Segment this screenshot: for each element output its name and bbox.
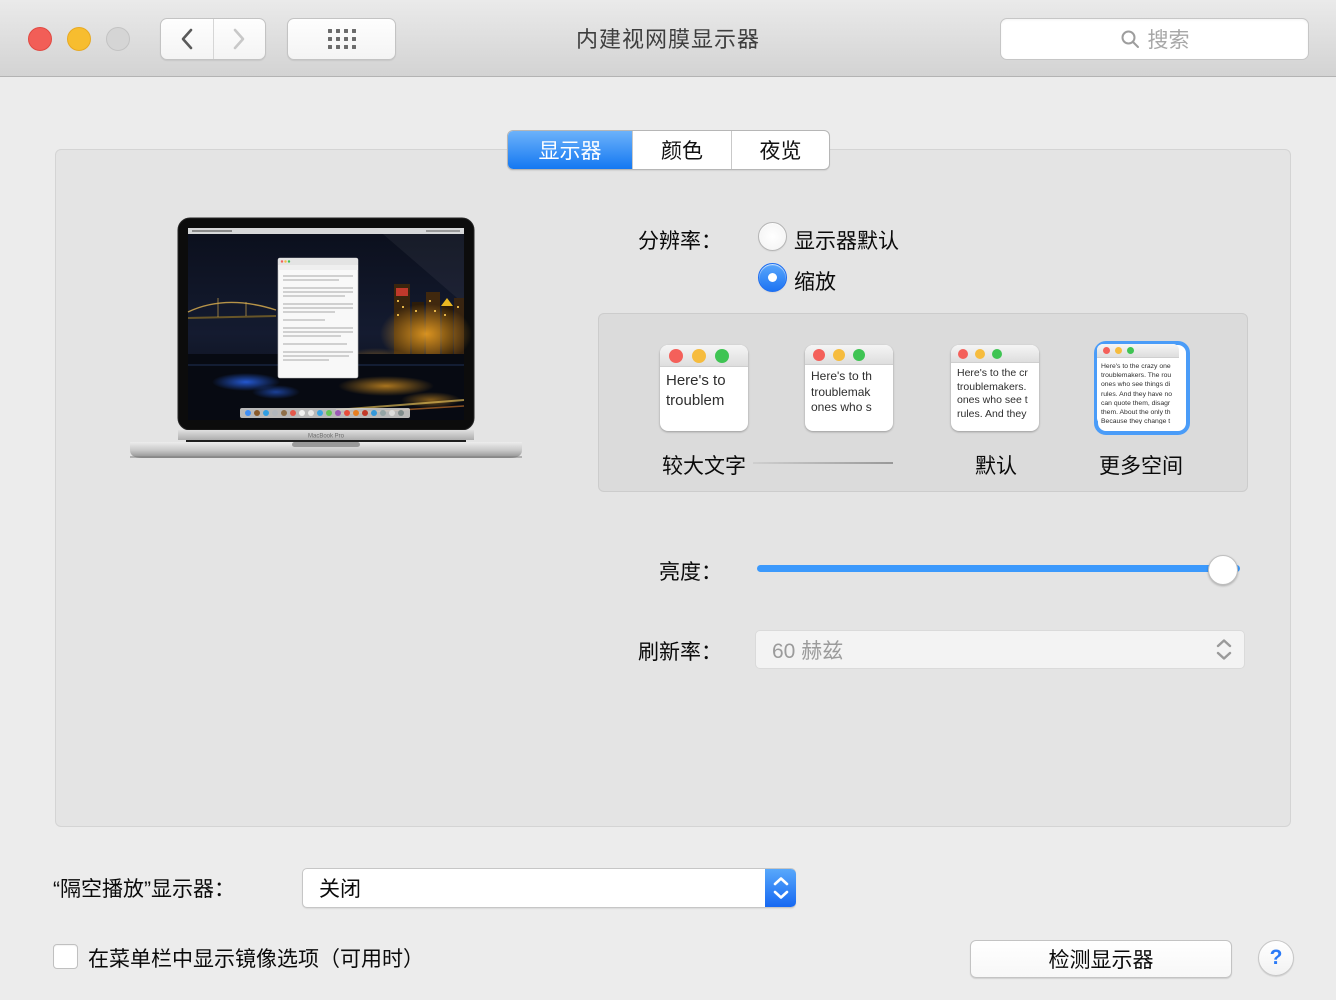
- mini-minimize-icon: [1115, 347, 1122, 354]
- mini-text-line: rules. And they have no: [1101, 390, 1179, 399]
- show-mirroring-checkbox[interactable]: [53, 944, 78, 969]
- title-bar: 内建视网膜显示器 搜: [0, 0, 1336, 77]
- resolution-label: 分辨率：: [522, 225, 722, 255]
- scale-option-more-space-selected[interactable]: Here's to the crazy one troublemakers. T…: [1094, 341, 1190, 435]
- mini-close-icon: [958, 349, 968, 359]
- search-placeholder: 搜索: [1148, 24, 1190, 54]
- grid-icon: [328, 29, 356, 49]
- scale-option-default[interactable]: Here's to the cr troublemakers. ones who…: [951, 345, 1039, 431]
- scale-connector-line: [753, 462, 893, 464]
- close-button[interactable]: [28, 27, 52, 51]
- resolution-radio-default-label[interactable]: 显示器默认: [794, 225, 899, 255]
- forward-button-disabled: [214, 19, 266, 59]
- airplay-display-label: “隔空播放”显示器：: [53, 873, 235, 903]
- search-icon: [1120, 29, 1140, 49]
- mini-text-line: ones who see t: [957, 394, 1039, 408]
- scale-label-more-space: 更多空间: [1099, 450, 1183, 480]
- mini-minimize-icon: [975, 349, 985, 359]
- macbook-wallpaper: [188, 228, 472, 420]
- mini-zoom-icon: [853, 349, 865, 361]
- mini-text-line: Here's to: [666, 371, 748, 391]
- macbook-base: [130, 442, 522, 458]
- scale-option-medium[interactable]: Here's to th troublemak ones who s: [805, 345, 893, 431]
- system-preferences-window: 内建视网膜显示器 搜: [0, 0, 1336, 1000]
- nav-back-forward: [160, 18, 266, 60]
- mini-text-line: ones who see things di: [1101, 380, 1179, 389]
- resolution-radio-scaled[interactable]: [758, 263, 787, 292]
- macbook-caption: MacBook Pro: [308, 434, 345, 440]
- brightness-label: 亮度：: [522, 556, 722, 586]
- resolution-radio-scaled-label[interactable]: 缩放: [794, 266, 836, 296]
- brightness-slider-knob[interactable]: [1208, 555, 1238, 585]
- chevron-right-icon: [232, 28, 246, 50]
- mini-text-line: troublemak: [811, 385, 893, 401]
- mini-window-titlebar: [805, 345, 893, 365]
- tab-night-shift[interactable]: 夜览: [731, 131, 829, 169]
- mini-text-line: troublem: [666, 391, 748, 411]
- up-down-chevrons-icon: [765, 869, 796, 907]
- mini-minimize-icon: [692, 349, 706, 363]
- resolution-radio-default[interactable]: [758, 222, 787, 251]
- refresh-rate-dropdown: 60 赫兹: [755, 630, 1245, 669]
- chevron-left-icon: [180, 28, 194, 50]
- mini-window-titlebar: [660, 345, 748, 367]
- mini-text-line: Here's to the cr: [957, 367, 1039, 381]
- show-all-button[interactable]: [287, 18, 396, 60]
- tab-color[interactable]: 颜色: [632, 131, 731, 169]
- mini-close-icon: [813, 349, 825, 361]
- mini-text-line: Here's to th: [811, 369, 893, 385]
- scale-label-default: 默认: [975, 450, 1017, 480]
- tab-display[interactable]: 显示器: [508, 131, 632, 169]
- macbook-display-illustration: MacBook Pro: [126, 214, 526, 462]
- macbook-dock: [240, 408, 410, 418]
- search-input[interactable]: 搜索: [1000, 18, 1309, 60]
- mini-zoom-icon: [715, 349, 729, 363]
- mini-text-line: troublemakers.: [957, 381, 1039, 395]
- mini-close-icon: [1103, 347, 1110, 354]
- airplay-display-value: 关闭: [303, 873, 765, 903]
- mini-text-line: Because they change t: [1101, 417, 1179, 424]
- mini-window-titlebar: [1097, 344, 1179, 358]
- refresh-rate-label: 刷新率：: [522, 636, 722, 666]
- mini-text-line: Here's to the crazy one: [1101, 362, 1179, 371]
- mini-close-icon: [669, 349, 683, 363]
- help-button[interactable]: ?: [1258, 940, 1294, 976]
- mini-text-line: can quote them, disagr: [1101, 399, 1179, 408]
- minimize-button[interactable]: [67, 27, 91, 51]
- mini-minimize-icon: [833, 349, 845, 361]
- brightness-slider-track[interactable]: [757, 565, 1240, 572]
- mini-text-line: rules. And they: [957, 408, 1039, 422]
- refresh-rate-value: 60 赫兹: [756, 635, 1216, 665]
- scale-option-larger-text[interactable]: Here's to troublem: [660, 345, 748, 431]
- mini-text-line: them. About the only th: [1101, 408, 1179, 417]
- tab-bar: 显示器 颜色 夜览: [507, 130, 830, 170]
- mini-window-titlebar: [951, 345, 1039, 363]
- mini-zoom-icon: [1127, 347, 1134, 354]
- scale-label-larger-text: 较大文字: [662, 450, 746, 480]
- mini-text-line: ones who s: [811, 400, 893, 416]
- mini-zoom-icon: [992, 349, 1002, 359]
- show-mirroring-label[interactable]: 在菜单栏中显示镜像选项（可用时）: [88, 943, 424, 973]
- zoom-button-disabled: [106, 27, 130, 51]
- macbook-textedit-window: [278, 258, 358, 378]
- up-down-chevrons-icon: [1216, 639, 1232, 660]
- detect-displays-button[interactable]: 检测显示器: [970, 940, 1232, 978]
- mini-text-line: troublemakers. The rou: [1101, 371, 1179, 380]
- back-button[interactable]: [161, 19, 214, 59]
- airplay-display-dropdown[interactable]: 关闭: [302, 868, 796, 908]
